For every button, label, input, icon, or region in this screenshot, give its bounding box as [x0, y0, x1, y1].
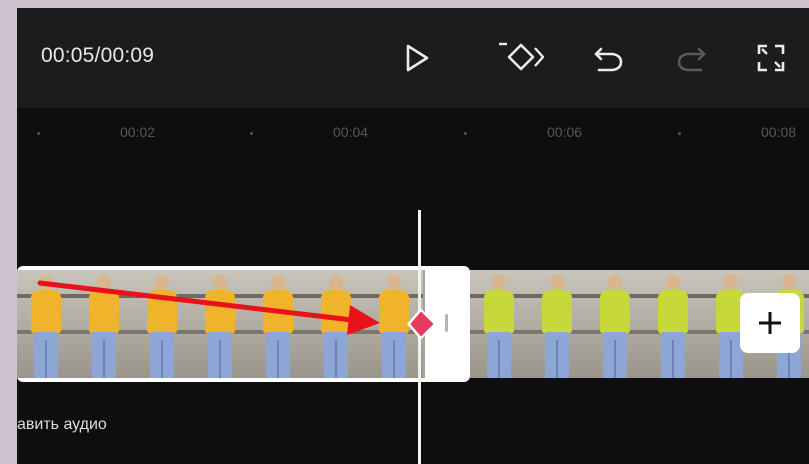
- keyframe-marker[interactable]: [405, 308, 437, 340]
- play-icon: [406, 44, 429, 72]
- ruler-label: 00:04: [333, 124, 369, 140]
- video-editor: 00:05/00:09 00:02 00:04 00:06 00:08 авит…: [17, 8, 809, 464]
- play-button[interactable]: [395, 36, 439, 80]
- timecode: 00:05/00:09: [41, 44, 155, 67]
- redo-icon: [677, 47, 706, 72]
- keyframe-add-button[interactable]: [493, 36, 549, 80]
- clip-thumbnails: [17, 270, 425, 378]
- time-ruler[interactable]: 00:02 00:04 00:06 00:08: [17, 108, 809, 158]
- clip-thumbnail: [133, 270, 191, 378]
- redo-button[interactable]: [669, 36, 713, 80]
- fullscreen-button[interactable]: [749, 36, 793, 80]
- ruler-dot: [464, 132, 467, 135]
- plus-icon: [759, 312, 781, 334]
- clip-thumbnail: [586, 270, 644, 378]
- ruler-label: 00:02: [120, 124, 156, 140]
- ruler-label: 00:08: [761, 124, 797, 140]
- add-clip-button[interactable]: [740, 293, 800, 353]
- ruler-dot: [250, 132, 253, 135]
- trim-handle[interactable]: [445, 314, 448, 332]
- keyframe-add-icon: [499, 42, 545, 71]
- video-clip-selected[interactable]: [17, 266, 470, 382]
- ruler-label: 00:06: [547, 124, 583, 140]
- add-audio-label[interactable]: авить аудио: [17, 416, 107, 434]
- undo-button[interactable]: [587, 36, 631, 80]
- clip-thumbnail: [17, 270, 75, 378]
- fullscreen-icon: [757, 44, 785, 72]
- audio-track[interactable]: авить аудио: [17, 402, 809, 464]
- ruler-dot: [678, 132, 681, 135]
- clip-thumbnail: [249, 270, 307, 378]
- clip-thumbnail: [470, 270, 528, 378]
- clip-thumbnail: [644, 270, 702, 378]
- clip-thumbnail: [528, 270, 586, 378]
- playback-toolbar: 00:05/00:09: [17, 8, 809, 108]
- ruler-dot: [37, 132, 40, 135]
- undo-icon: [594, 47, 623, 72]
- clip-thumbnail: [75, 270, 133, 378]
- clip-thumbnail: [191, 270, 249, 378]
- clip-thumbnail: [307, 270, 365, 378]
